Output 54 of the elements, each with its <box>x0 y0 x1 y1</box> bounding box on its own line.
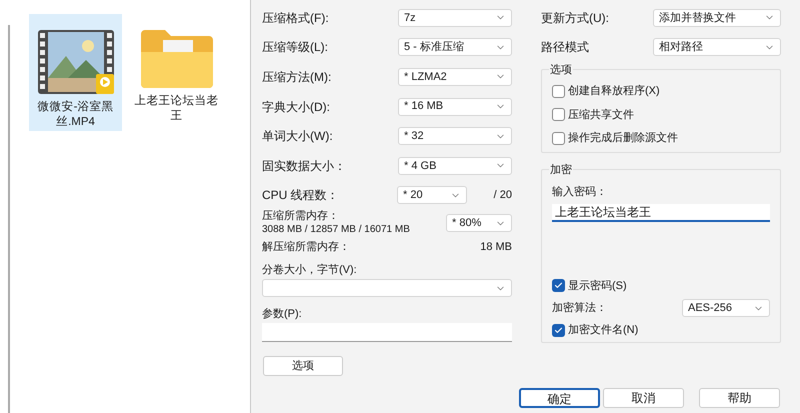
field-label: 解压缩所需内存： <box>262 240 350 254</box>
thread-max: / 20 <box>494 188 512 204</box>
checkbox-label: 压缩共享文件 <box>568 108 634 123</box>
field-label: 参数(P): <box>262 307 303 322</box>
field-label: 压缩所需内存： <box>262 210 340 224</box>
checkbox[interactable] <box>552 132 565 145</box>
checkbox-label: 操作完成后删除源文件 <box>568 130 678 146</box>
dialog-button[interactable]: 取消 <box>603 388 684 408</box>
field-label: 字典大小(D): <box>262 98 330 116</box>
dropdown[interactable]: * 80% <box>446 214 512 232</box>
dropdown[interactable]: * LZMA2 <box>398 68 512 86</box>
check-icon <box>554 326 563 335</box>
checkbox[interactable] <box>552 324 565 337</box>
folder-icon <box>138 28 214 90</box>
field-label: 压缩等级(L): <box>262 39 328 56</box>
field-label: 分卷大小，字节(V): <box>262 263 358 278</box>
password-field[interactable]: 上老王论坛当老王 <box>552 204 770 222</box>
dropdown[interactable]: AES-256 <box>682 299 770 318</box>
checkbox[interactable] <box>552 279 565 292</box>
check-icon <box>554 281 563 290</box>
play-badge-icon <box>96 74 114 94</box>
field-label: 路径模式 <box>541 39 589 56</box>
field-label: 压缩格式(F): <box>262 10 329 27</box>
field-label: 固实数据大小： <box>262 158 346 175</box>
field-label: 输入密码： <box>552 184 608 200</box>
dropdown[interactable]: * 20 <box>397 186 467 204</box>
dropdown[interactable]: * 4 GB <box>398 156 512 175</box>
dialog-button[interactable]: 确定 <box>519 388 600 408</box>
options-button[interactable]: 选项 <box>263 356 343 376</box>
file-name: 上老王论坛当老王 <box>134 94 220 124</box>
memory-usage: 3088 MB / 12857 MB / 16071 MB <box>262 223 410 236</box>
dropdown[interactable]: 7z <box>398 8 512 27</box>
dropdown[interactable]: 相对路径 <box>653 38 781 56</box>
checkbox[interactable] <box>552 108 565 122</box>
field-label: 压缩方法(M): <box>262 68 332 86</box>
field-label: 单词大小(W): <box>262 128 333 146</box>
memory-value: 18 MB <box>480 240 512 254</box>
dropdown[interactable]: * 16 MB <box>398 98 512 116</box>
checkbox-label: 显示密码(S) <box>568 278 627 294</box>
file-item[interactable]: 微微安-浴室黑丝.MP4 <box>29 14 122 131</box>
dropdown[interactable]: * 32 <box>398 127 512 146</box>
dialog-button[interactable]: 帮助 <box>699 388 780 408</box>
checkbox-label: 创建自释放程序(X) <box>568 84 660 100</box>
dropdown[interactable]: 添加并替换文件 <box>653 8 781 27</box>
file-name: 微微安-浴室黑丝.MP4 <box>36 100 114 130</box>
field-label: 加密算法： <box>552 300 607 316</box>
volume-size-field[interactable] <box>262 279 512 298</box>
field-label: 更新方式(U): <box>541 10 609 27</box>
parameters-field[interactable] <box>262 323 512 342</box>
checkbox-label: 加密文件名(N) <box>568 322 638 338</box>
dropdown[interactable]: 5 - 标准压缩 <box>398 38 512 56</box>
file-item[interactable]: 上老王论坛当老王 <box>130 14 223 131</box>
field-label: CPU 线程数： <box>262 187 340 204</box>
checkbox[interactable] <box>552 84 565 98</box>
